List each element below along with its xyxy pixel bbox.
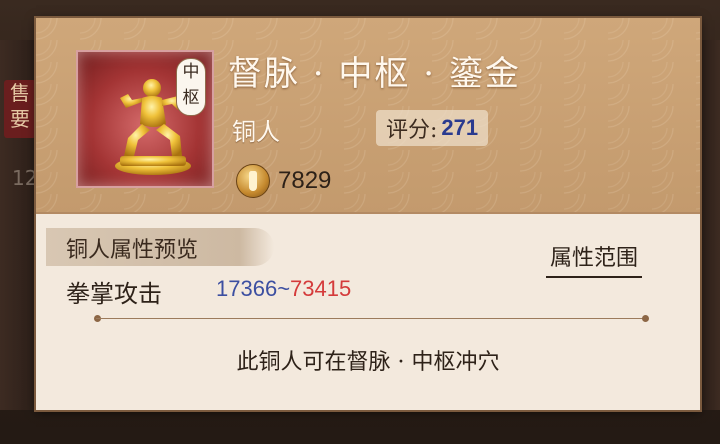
item-position-tag-char-2: 枢 <box>182 88 200 108</box>
score-value: 271 <box>441 115 479 140</box>
background-right-panel <box>698 40 720 410</box>
background-number: 12 <box>12 166 38 190</box>
item-position-tag-char-1: 中 <box>182 62 200 82</box>
combat-power-icon <box>236 164 270 198</box>
item-type: 铜人 <box>232 118 280 146</box>
attribute-preview-tab: 铜人属性预览 <box>46 228 274 266</box>
attribute-min-value: 17366 <box>216 276 278 301</box>
item-tooltip-panel: 中 枢 督脉 · 中枢 · 鎏金 铜人 评分: 271 7829 铜人属性预览 … <box>36 18 700 410</box>
power-value: 7829 <box>278 167 332 194</box>
item-power: 7829 <box>236 164 331 198</box>
background-badge: 售 要 <box>4 80 36 138</box>
item-position-tag: 中 枢 <box>176 58 206 116</box>
score-label: 评分: <box>386 118 438 143</box>
item-title: 督脉 · 中枢 · 鎏金 <box>228 54 521 94</box>
attribute-preview-title: 铜人属性预览 <box>66 238 199 263</box>
item-header: 中 枢 督脉 · 中枢 · 鎏金 铜人 评分: 271 7829 <box>36 18 700 214</box>
divider-dot-right <box>642 315 649 322</box>
background-badge-text-2: 要 <box>10 107 30 131</box>
acupoint-note: 此铜人可在督脉 · 中枢冲穴 <box>236 350 500 375</box>
attribute-range-button[interactable]: 属性范围 <box>546 240 643 278</box>
attribute-range-separator: ~ <box>277 276 291 301</box>
attribute-max-value: 73415 <box>290 276 352 301</box>
section-divider <box>96 318 646 319</box>
item-score-badge: 评分: 271 <box>376 110 489 146</box>
background-badge-text-1: 售 <box>10 81 30 105</box>
attribute-value-range: 17366~73415 <box>216 276 351 302</box>
attribute-name: 拳掌攻击 <box>66 280 162 308</box>
